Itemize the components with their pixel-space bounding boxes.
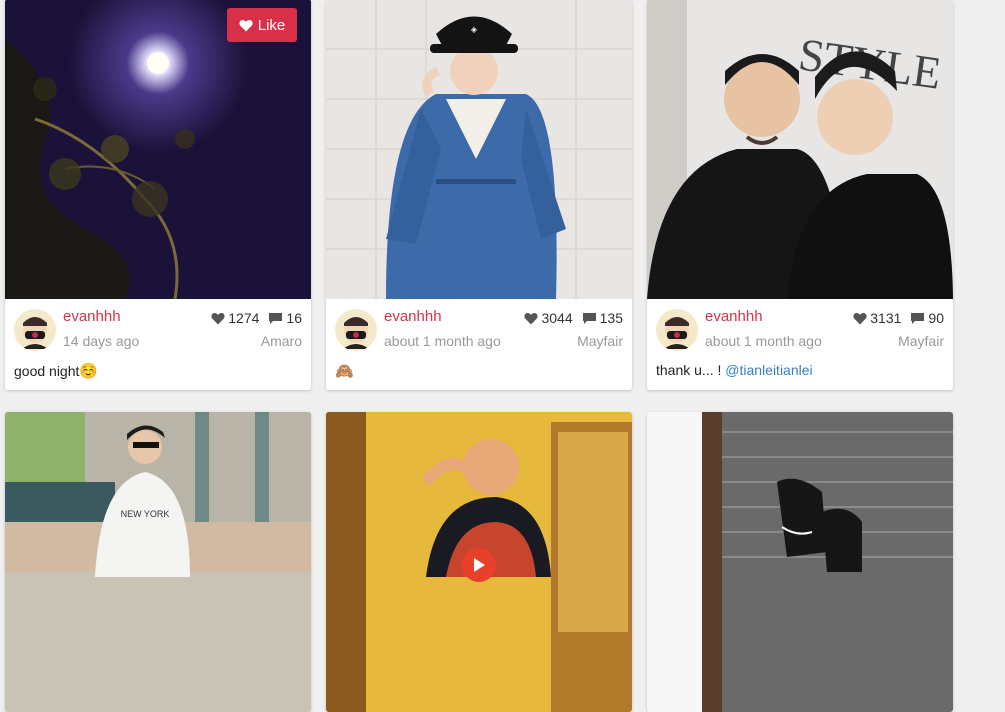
post-photo-street[interactable]: NEW YORK	[5, 412, 311, 712]
comments-count: 16	[286, 310, 302, 326]
post-caption: 🙈	[335, 362, 354, 380]
post-card: ◈ evanhhh about 1 month ago 3044 135 May…	[326, 0, 632, 390]
mention-link[interactable]: @tianleitianlei	[725, 362, 812, 378]
comment-icon[interactable]	[268, 312, 283, 325]
caption-emoji: ☺️	[79, 363, 99, 380]
avatar[interactable]	[14, 309, 56, 351]
caption-text: thank u... !	[656, 362, 726, 378]
comments-count: 135	[599, 310, 623, 326]
post-stats: 3131 90	[853, 310, 944, 326]
post-time: about 1 month ago	[705, 333, 822, 349]
post-card: Like evanhhh 14 days ago 1274 16 Amaro g…	[5, 0, 311, 390]
post-caption: thank u... ! @tianleitianlei	[656, 362, 813, 378]
caption-emoji: 🙈	[335, 363, 354, 380]
username-link[interactable]: evanhhh	[63, 308, 121, 325]
post-card	[647, 412, 953, 712]
svg-text:NEW YORK: NEW YORK	[121, 509, 170, 519]
post-photo-escalator[interactable]	[647, 412, 953, 712]
comment-icon[interactable]	[910, 312, 925, 325]
post-photo-selfie[interactable]: STYLE	[647, 0, 953, 299]
play-button[interactable]	[462, 548, 496, 582]
like-button-label: Like	[257, 16, 286, 34]
avatar[interactable]	[335, 309, 377, 351]
post-photo-night-moon[interactable]: Like	[5, 0, 311, 299]
filter-name: Mayfair	[577, 333, 623, 349]
post-time: 14 days ago	[63, 333, 140, 349]
heart-icon[interactable]	[211, 312, 225, 325]
avatar[interactable]	[656, 309, 698, 351]
username-link[interactable]: evanhhh	[705, 308, 763, 325]
username-link[interactable]: evanhhh	[384, 308, 442, 325]
heart-icon[interactable]	[524, 312, 539, 325]
svg-text:◈: ◈	[471, 25, 478, 34]
post-meta: evanhhh about 1 month ago 3131 90 Mayfai…	[647, 299, 953, 390]
heart-icon	[239, 19, 253, 31]
post-stats: 1274 16	[211, 310, 302, 326]
likes-count: 3131	[870, 310, 902, 326]
post-stats: 3044 135	[524, 310, 623, 326]
like-button[interactable]: Like	[227, 8, 297, 42]
post-meta: evanhhh about 1 month ago 3044 135 Mayfa…	[326, 299, 632, 390]
comments-count: 90	[928, 310, 944, 326]
caption-text: good night	[14, 363, 80, 379]
post-photo-denim[interactable]: ◈	[326, 0, 632, 299]
post-meta: evanhhh 14 days ago 1274 16 Amaro good n…	[5, 299, 311, 390]
post-photo-video[interactable]	[326, 412, 632, 712]
likes-count: 1274	[228, 310, 260, 326]
filter-name: Mayfair	[898, 333, 944, 349]
play-icon	[474, 558, 485, 572]
post-card	[326, 412, 632, 712]
heart-icon[interactable]	[853, 312, 867, 325]
filter-name: Amaro	[260, 333, 302, 349]
post-caption: good night☺️	[14, 362, 98, 380]
comment-icon[interactable]	[582, 312, 597, 325]
likes-count: 3044	[541, 310, 573, 326]
post-card: NEW YORK	[5, 412, 311, 712]
post-time: about 1 month ago	[384, 333, 501, 349]
post-card: STYLE evanhhh about 1 month ago	[647, 0, 953, 390]
